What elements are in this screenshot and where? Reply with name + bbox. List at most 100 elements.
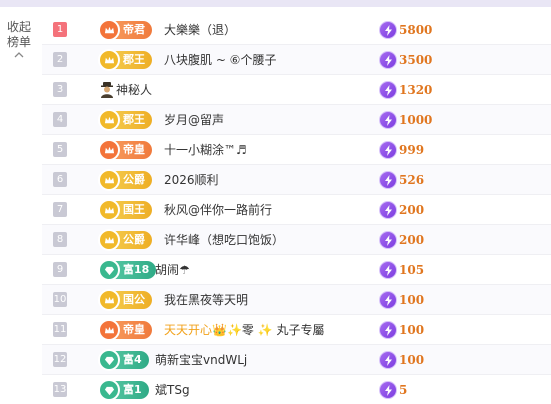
- lightning-icon: [379, 261, 397, 279]
- collapse-label-line2: 榜单: [6, 35, 31, 49]
- rank-number: 4: [53, 112, 67, 127]
- lightning-icon: [379, 381, 397, 399]
- diamond-medal-icon: [98, 379, 120, 401]
- user-name-text: 许华峰（想吃口饱饭）: [164, 233, 285, 247]
- score: 3500: [379, 50, 432, 70]
- score-value: 5800: [399, 23, 433, 37]
- level-badge-label: 郡王: [123, 53, 145, 66]
- user-name[interactable]: 大樂樂（退）: [164, 15, 236, 45]
- level-badge: 富18: [98, 259, 157, 281]
- level-badge: 郡王: [98, 109, 152, 131]
- leaderboard-row[interactable]: 13 富1 斌TSg 5: [42, 375, 551, 404]
- user-name-text: 十一小糊涂™♬: [164, 143, 247, 157]
- score: 1320: [379, 80, 432, 100]
- lightning-icon: [379, 51, 397, 69]
- rank-number: 2: [53, 52, 67, 67]
- leaderboard-row[interactable]: 1 帝君 大樂樂（退） 5800: [42, 15, 551, 45]
- score-value: 3500: [399, 53, 433, 67]
- level-badge-label: 公爵: [123, 233, 145, 246]
- score: 105: [379, 260, 424, 280]
- diamond-medal-icon: [98, 349, 120, 371]
- lightning-icon: [379, 231, 397, 249]
- score: 5: [379, 380, 407, 400]
- leaderboard-row[interactable]: 7 国王 秋风@伴你一路前行 200: [42, 195, 551, 225]
- user-name[interactable]: 神秘人: [116, 75, 152, 105]
- user-name[interactable]: 斌TSg: [155, 375, 190, 404]
- rank-number: 5: [53, 142, 67, 157]
- user-name[interactable]: 十一小糊涂™♬: [164, 135, 247, 165]
- rank-number: 6: [53, 172, 67, 187]
- level-badge-label: 国公: [123, 293, 145, 306]
- score-value: 999: [399, 143, 425, 157]
- level-badge: 帝皇: [98, 139, 152, 161]
- score: 100: [379, 350, 424, 370]
- score-value: 526: [399, 173, 425, 187]
- user-name[interactable]: 秋风@伴你一路前行: [164, 195, 272, 225]
- user-name[interactable]: 八块腹肌 ~ ⑥个腰子: [164, 45, 276, 75]
- user-name[interactable]: 萌新宝宝vndWLj: [155, 345, 247, 375]
- leaderboard-row[interactable]: 3 神秘人 1320: [42, 75, 551, 105]
- crown-medal-icon: [98, 289, 120, 311]
- user-name[interactable]: 我在黑夜等天明: [164, 285, 248, 315]
- collapse-leaderboard-button[interactable]: 收起 榜单: [2, 20, 36, 59]
- user-name[interactable]: 岁月@留声: [164, 105, 224, 135]
- level-badge-label: 富1: [123, 383, 142, 396]
- level-badge-label: 富4: [123, 353, 142, 366]
- user-name-text: 岁月@留声: [164, 113, 225, 127]
- rank-number: 12: [53, 352, 67, 367]
- score: 100: [379, 320, 424, 340]
- diamond-medal-icon: [98, 259, 120, 281]
- score: 999: [379, 140, 424, 160]
- level-badge: 国公: [98, 289, 152, 311]
- score-value: 1320: [399, 83, 433, 97]
- user-name-text: 天天开心👑✨: [164, 323, 242, 337]
- user-name-text: 斌TSg: [155, 383, 190, 397]
- score-value: 200: [399, 233, 425, 247]
- lightning-icon: [379, 21, 397, 39]
- lightning-icon: [379, 351, 397, 369]
- leaderboard-row[interactable]: 5 帝皇 十一小糊涂™♬ 999: [42, 135, 551, 165]
- level-badge: 国王: [98, 199, 152, 221]
- leaderboard-row[interactable]: 10 国公 我在黑夜等天明 100: [42, 285, 551, 315]
- leaderboard-row[interactable]: 12 富4 萌新宝宝vndWLj 100: [42, 345, 551, 375]
- level-badge-label: 帝君: [123, 23, 145, 36]
- level-badge: 富1: [98, 379, 149, 401]
- level-badge: 富4: [98, 349, 149, 371]
- level-badge-label: 郡王: [123, 113, 145, 126]
- leaderboard-row[interactable]: 6 公爵 2026顺利 526: [42, 165, 551, 195]
- score-value: 105: [399, 263, 425, 277]
- rank-number: 3: [53, 82, 67, 97]
- lightning-icon: [379, 141, 397, 159]
- mystery-person-icon: [100, 82, 114, 98]
- leaderboard-row[interactable]: 11 帝皇 天天开心👑✨零 ✨ 丸子专屬 100: [42, 315, 551, 345]
- rank-number: 8: [53, 232, 67, 247]
- user-name[interactable]: 2026顺利: [164, 165, 219, 195]
- user-name[interactable]: 许华峰（想吃口饱饭）: [164, 225, 284, 255]
- leaderboard-row[interactable]: 2 郡王 八块腹肌 ~ ⑥个腰子 3500: [42, 45, 551, 75]
- rank-number: 9: [53, 262, 67, 277]
- crown-medal-icon: [98, 19, 120, 41]
- user-name-text: 八块腹肌 ~ ⑥个腰子: [164, 53, 277, 67]
- level-badge-label: 帝皇: [123, 323, 145, 336]
- user-name[interactable]: 天天开心👑✨零 ✨ 丸子专屬: [164, 315, 324, 345]
- crown-medal-icon: [98, 109, 120, 131]
- score-value: 200: [399, 203, 425, 217]
- level-badge-label: 帝皇: [123, 143, 145, 156]
- lightning-icon: [379, 111, 397, 129]
- user-name-text: 我在黑夜等天明: [164, 293, 249, 307]
- user-name[interactable]: 胡闹☂: [155, 255, 190, 285]
- lightning-icon: [379, 291, 397, 309]
- lightning-icon: [379, 81, 397, 99]
- level-badge-label: 国王: [123, 203, 145, 216]
- user-name-text: 胡闹☂: [155, 263, 190, 277]
- leaderboard-row[interactable]: 9 富18 胡闹☂ 105: [42, 255, 551, 285]
- level-badge-label: 公爵: [123, 173, 145, 186]
- leaderboard-row[interactable]: 4 郡王 岁月@留声 1000: [42, 105, 551, 135]
- level-badge: 帝皇: [98, 319, 152, 341]
- score-value: 1000: [399, 113, 433, 127]
- crown-medal-icon: [98, 229, 120, 251]
- rank-number: 10: [53, 292, 67, 307]
- leaderboard-row[interactable]: 8 公爵 许华峰（想吃口饱饭） 200: [42, 225, 551, 255]
- user-name-text: 2026顺利: [164, 173, 219, 187]
- score-value: 100: [399, 323, 425, 337]
